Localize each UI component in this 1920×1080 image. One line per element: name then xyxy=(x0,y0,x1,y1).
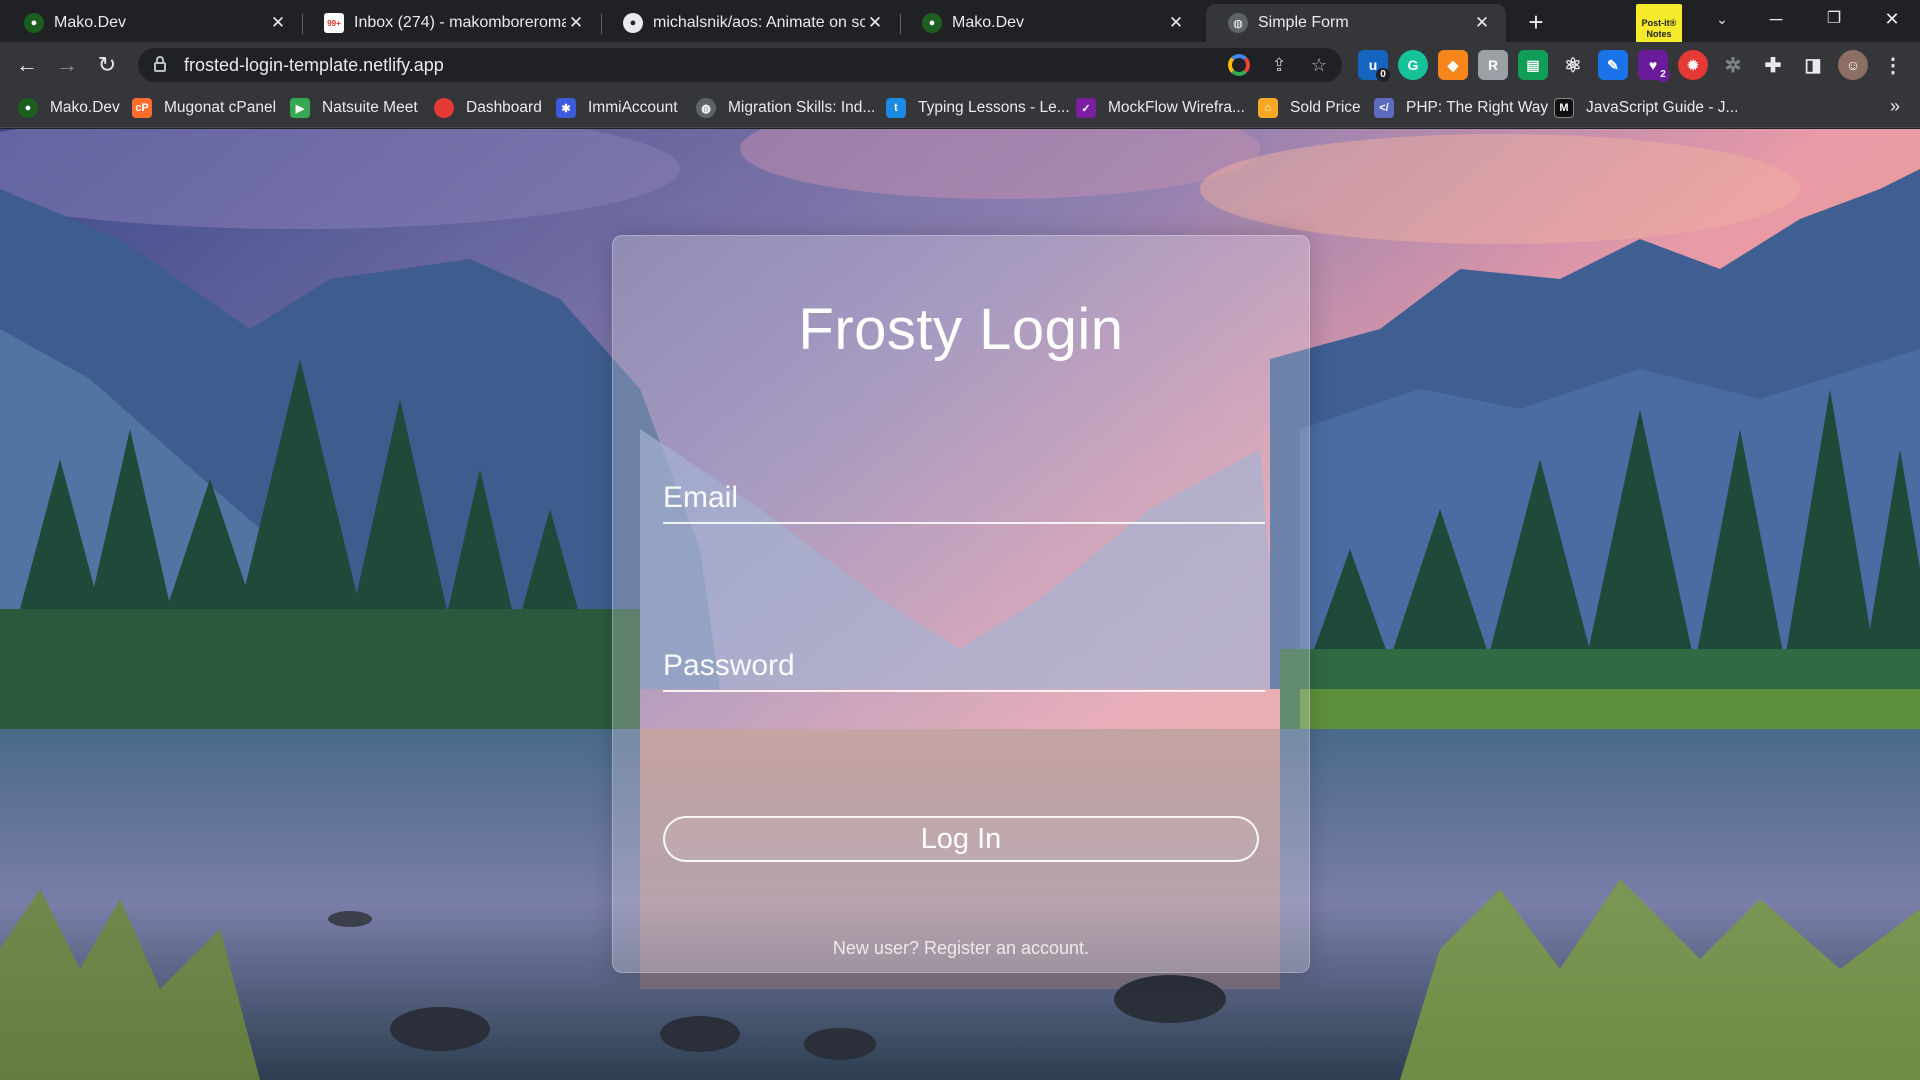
tab-search-chevron-icon[interactable]: ⌄ xyxy=(1694,0,1750,40)
mako-dev-favicon-icon: ● xyxy=(24,13,44,33)
tab-title: Mako.Dev xyxy=(952,14,1025,31)
mako-dev-icon: ● xyxy=(18,98,38,118)
fire-extension-icon[interactable]: ✹ xyxy=(1678,50,1708,80)
bookmark-label: Dashboard xyxy=(466,99,542,116)
login-title: Frosty Login xyxy=(798,297,1124,362)
tab-title: michalsnik/aos: Animate on scrol xyxy=(653,14,865,31)
avatar[interactable]: ☺ xyxy=(1838,50,1868,80)
restore-icon[interactable]: ❐ xyxy=(1806,0,1862,40)
bookmark-sold-price[interactable]: ⌂ Sold Price xyxy=(1258,96,1361,120)
bookmarks-bar: ● Mako.Dev cP Mugonat cPanel ▶ Natsuite Mee… xyxy=(0,88,1920,128)
close-icon[interactable]: ✕ xyxy=(268,13,288,33)
bookmark-php-right-way[interactable]: </ PHP: The Right Way xyxy=(1374,96,1548,120)
back-arrow-icon[interactable]: ← xyxy=(12,50,42,80)
bookmark-label: JavaScript Guide - J... xyxy=(1586,99,1739,116)
more-menu-icon[interactable]: ⋮ xyxy=(1878,50,1908,80)
address-bar[interactable]: frosted-login-template.netlify.app ⇪ ☆ xyxy=(138,48,1342,82)
password-field-wrapper xyxy=(663,632,1265,692)
forward-arrow-icon[interactable]: → xyxy=(52,50,82,80)
share-icon[interactable]: ⇪ xyxy=(1266,52,1292,78)
bookmark-natsuite-meet[interactable]: ▶ Natsuite Meet xyxy=(290,96,418,120)
bookmark-typing-lessons[interactable]: t Typing Lessons - Le... xyxy=(886,96,1070,120)
heart-extension-icon[interactable]: ♥ 2 xyxy=(1638,50,1670,82)
new-tab-icon[interactable]: + xyxy=(1520,6,1552,38)
close-icon[interactable]: ✕ xyxy=(1472,13,1492,33)
tab-2[interactable]: 99+ Inbox (274) - makomboreroman ✕ xyxy=(302,4,600,42)
bookmark-immiaccount[interactable]: ✱ ImmiAccount xyxy=(556,96,678,120)
bookmark-dashboard[interactable]: Dashboard xyxy=(434,96,542,120)
postit-label: Post-it® Notes xyxy=(1641,18,1677,39)
bookmark-mugonat-cpanel[interactable]: cP Mugonat cPanel xyxy=(132,96,276,120)
mdn-icon: M xyxy=(1554,98,1574,118)
login-button[interactable]: Log In xyxy=(663,816,1259,862)
bookmark-label: Typing Lessons - Le... xyxy=(918,99,1070,116)
tab-1[interactable]: ● Mako.Dev ✕ xyxy=(2,4,302,42)
tab-title: Mako.Dev xyxy=(54,14,127,31)
close-icon[interactable]: ✕ xyxy=(1166,13,1186,33)
url-text[interactable]: frosted-login-template.netlify.app xyxy=(184,55,444,76)
login-card: Frosty Login Log In New user? Register a… xyxy=(612,235,1310,973)
bookmark-label: MockFlow Wirefra... xyxy=(1108,99,1245,116)
typing-icon: t xyxy=(886,98,906,118)
house-icon: ⌂ xyxy=(1258,98,1278,118)
extensions-row: u0 G ◆ R ▤ ⚛ ✎ ♥ 2 ✹ ✲ ✚ ◨ ☺ ⋮ xyxy=(1358,50,1908,82)
bookmark-mockflow[interactable]: ✓ MockFlow Wirefra... xyxy=(1076,96,1245,120)
pen-extension-icon[interactable]: ✎ xyxy=(1598,50,1628,80)
email-field-wrapper xyxy=(663,464,1265,524)
gear-extension-icon[interactable]: ✲ xyxy=(1718,50,1748,80)
close-icon[interactable]: ✕ xyxy=(566,13,586,33)
meet-icon: ▶ xyxy=(290,98,310,118)
bookmark-label: Sold Price xyxy=(1290,99,1361,116)
tab-title: Inbox (274) - makomboreroman xyxy=(354,14,566,31)
cpanel-icon: cP xyxy=(132,98,152,118)
php-icon: </ xyxy=(1374,98,1394,118)
close-icon[interactable]: ✕ xyxy=(865,13,885,33)
mockflow-icon: ✓ xyxy=(1076,98,1096,118)
bookmark-label: Mako.Dev xyxy=(50,99,120,116)
bookmarks-overflow-icon[interactable]: » xyxy=(1890,96,1900,117)
puzzle-extensions-icon[interactable]: ✚ xyxy=(1758,50,1788,80)
bookmark-label: Migration Skills: Ind... xyxy=(728,99,876,116)
bookmark-mako-dev[interactable]: ● Mako.Dev xyxy=(18,96,120,120)
bookmark-javascript-guide[interactable]: M JavaScript Guide - J... xyxy=(1554,96,1738,120)
bookmark-label: PHP: The Right Way xyxy=(1406,99,1549,116)
bookmark-label: Mugonat cPanel xyxy=(164,99,277,116)
tab-4[interactable]: ● Mako.Dev ✕ xyxy=(900,4,1200,42)
sheet-extension-icon[interactable]: ▤ xyxy=(1518,50,1548,80)
minimize-icon[interactable]: ─ xyxy=(1748,0,1804,40)
bookmark-migration-skills[interactable]: ◍ Migration Skills: Ind... xyxy=(696,96,875,120)
globe-icon: ◍ xyxy=(696,98,716,118)
mako-dev-favicon-icon: ● xyxy=(922,13,942,33)
grammarly-icon[interactable]: G xyxy=(1398,50,1428,80)
tab-5-active[interactable]: ◍ Simple Form ✕ xyxy=(1206,4,1506,42)
metamask-fox-icon[interactable]: ◆ xyxy=(1438,50,1468,80)
bookmark-label: Natsuite Meet xyxy=(322,99,418,116)
bookmark-star-icon[interactable]: ☆ xyxy=(1306,52,1332,78)
side-panel-icon[interactable]: ◨ xyxy=(1798,50,1828,80)
react-devtools-icon[interactable]: ⚛ xyxy=(1558,50,1588,80)
r-extension-icon[interactable]: R xyxy=(1478,50,1508,80)
ublock-extension-icon[interactable]: u0 xyxy=(1358,50,1390,82)
browser-toolbar: ← → ↻ frosted-login-template.netlify.app… xyxy=(0,42,1920,88)
dashboard-icon xyxy=(434,98,454,118)
google-lens-icon[interactable] xyxy=(1226,52,1252,78)
password-field[interactable] xyxy=(663,632,1265,690)
lock-icon[interactable] xyxy=(154,56,166,72)
globe-icon: ◍ xyxy=(1228,13,1248,33)
page-content: Frosty Login Log In New user? Register a… xyxy=(0,129,1920,1080)
tab-strip: ● Mako.Dev ✕ 99+ Inbox (274) - makombore… xyxy=(0,0,1920,48)
bookmark-label: ImmiAccount xyxy=(588,99,678,116)
register-link[interactable]: New user? Register an account. xyxy=(613,938,1309,959)
github-icon: ● xyxy=(623,13,643,33)
tab-title: Simple Form xyxy=(1258,14,1349,31)
gmail-icon: 99+ xyxy=(324,13,344,33)
email-field[interactable] xyxy=(663,464,1265,522)
immiaccount-icon: ✱ xyxy=(556,98,576,118)
tab-3[interactable]: ● michalsnik/aos: Animate on scrol ✕ xyxy=(601,4,899,42)
reload-icon[interactable]: ↻ xyxy=(92,50,122,80)
window-close-icon[interactable]: ✕ xyxy=(1864,0,1920,40)
